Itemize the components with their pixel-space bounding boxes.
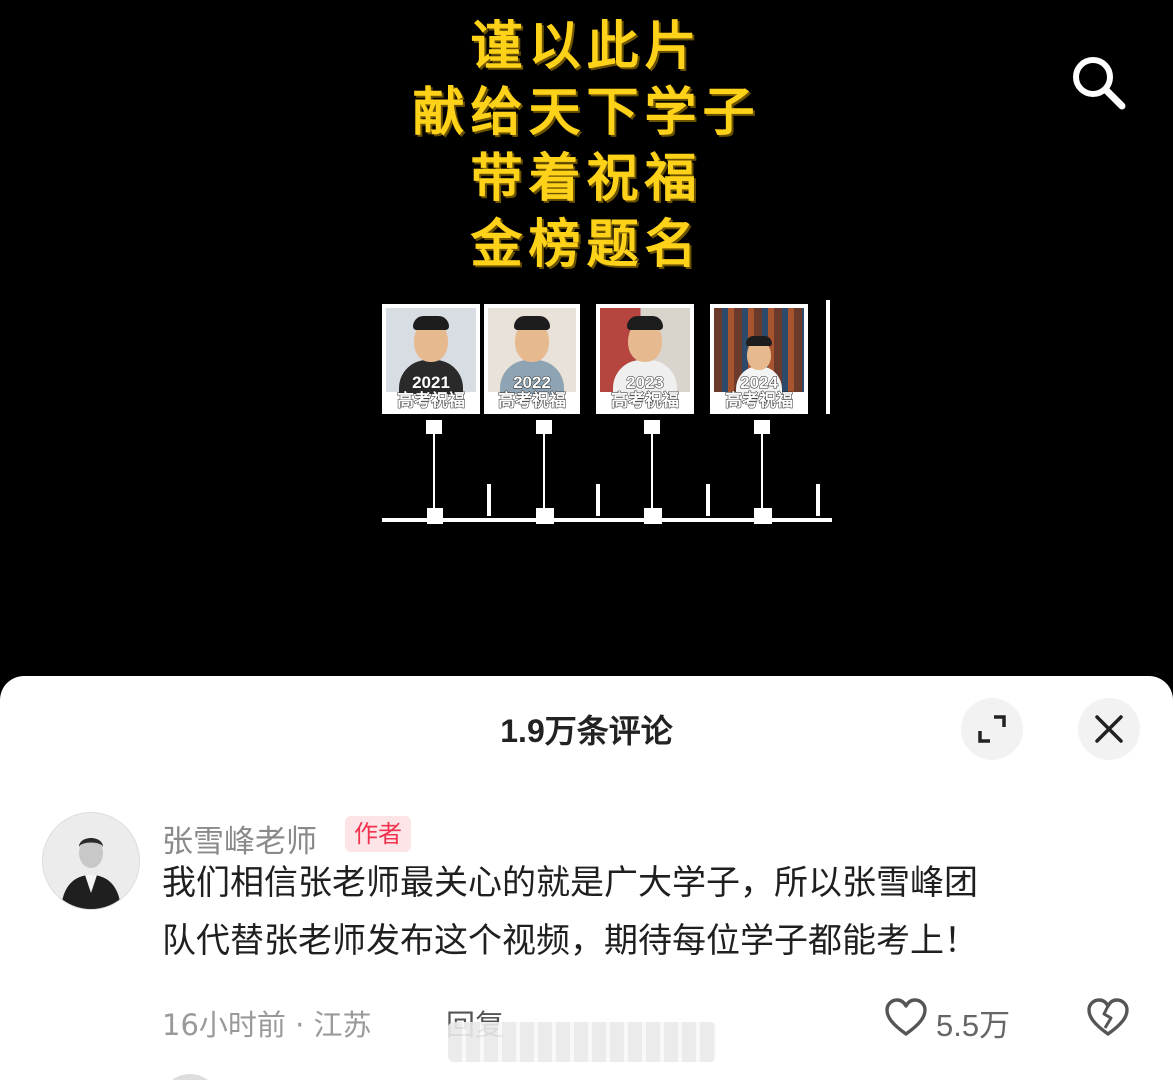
like-button[interactable]: 5.5万 — [884, 996, 1010, 1043]
thumbnail-caption: 2023 高考祝福 — [598, 373, 692, 410]
search-button[interactable] — [1066, 52, 1130, 112]
title-line: 谨以此片 — [470, 16, 703, 77]
thumbnail-year: 2023 — [626, 373, 665, 392]
thumbnail-year: 2022 — [513, 373, 552, 392]
video-player[interactable]: 谨以此片 献给天下学子 带着祝福 金榜题名 2021 高考祝福 2022 高考祝 — [0, 0, 1173, 700]
title-line: 献给天下学子 — [412, 82, 761, 143]
title-line: 金榜题名 — [470, 214, 703, 275]
thumbnail-label: 高考祝福 — [397, 391, 466, 410]
comment-line: 我们相信张老师最关心的就是广大学子，所以张雪峰团 — [162, 863, 978, 903]
thumbnail-caption: 2024 高考祝福 — [712, 373, 806, 410]
thumbnail-2023[interactable]: 2023 高考祝福 — [596, 304, 694, 414]
dislike-button[interactable] — [1086, 996, 1130, 1040]
thumbnail-caption: 2021 高考祝福 — [384, 373, 478, 410]
expand-button[interactable] — [961, 698, 1023, 760]
thumbnail-label: 高考祝福 — [611, 391, 680, 410]
thumbnail-year: 2021 — [412, 373, 451, 392]
thumbnail-2024[interactable]: 2024 高考祝福 — [710, 304, 808, 414]
thumbnail-label: 高考祝福 — [725, 391, 794, 410]
strip-edge — [826, 300, 830, 414]
broken-heart-icon — [1087, 998, 1129, 1036]
comment-text: 我们相信张老师最关心的就是广大学子，所以张雪峰团 队代替张老师发布这个视频，期待… — [162, 854, 1112, 970]
author-badge: 作者 — [345, 816, 411, 852]
video-title-overlay: 谨以此片 献给天下学子 带着祝福 金榜题名 — [0, 14, 1173, 278]
comment-meta: 16小时前 · 江苏 — [162, 1008, 372, 1042]
close-icon — [1095, 715, 1123, 743]
thumbnail-label: 高考祝福 — [498, 391, 567, 410]
title-line: 带着祝福 — [470, 148, 703, 209]
comment-line: 队代替张老师发布这个视频，期待每位学子都能考上！ — [162, 921, 978, 961]
avatar[interactable] — [42, 812, 140, 910]
expand-icon — [978, 715, 1006, 743]
heart-icon — [885, 998, 927, 1036]
search-icon — [1073, 57, 1126, 110]
timeline-graphic — [382, 420, 832, 524]
thumbnail-strip: 2021 高考祝福 2022 高考祝福 2023 高考祝福 2024 高考祝福 — [382, 304, 830, 414]
thumbnail-year: 2024 — [740, 373, 779, 392]
thumbnail-2022[interactable]: 2022 高考祝福 — [484, 304, 580, 414]
thumbnail-caption: 2022 高考祝福 — [486, 373, 578, 410]
comments-panel: 1.9万条评论 张雪峰老师 作者 我们相信张老师最关心的就是广大学子，所以张雪峰… — [0, 676, 1173, 1080]
close-button[interactable] — [1078, 698, 1140, 760]
thumbnail-2021[interactable]: 2021 高考祝福 — [382, 304, 480, 414]
watermark — [448, 1022, 716, 1062]
like-count: 5.5万 — [936, 1008, 1011, 1043]
